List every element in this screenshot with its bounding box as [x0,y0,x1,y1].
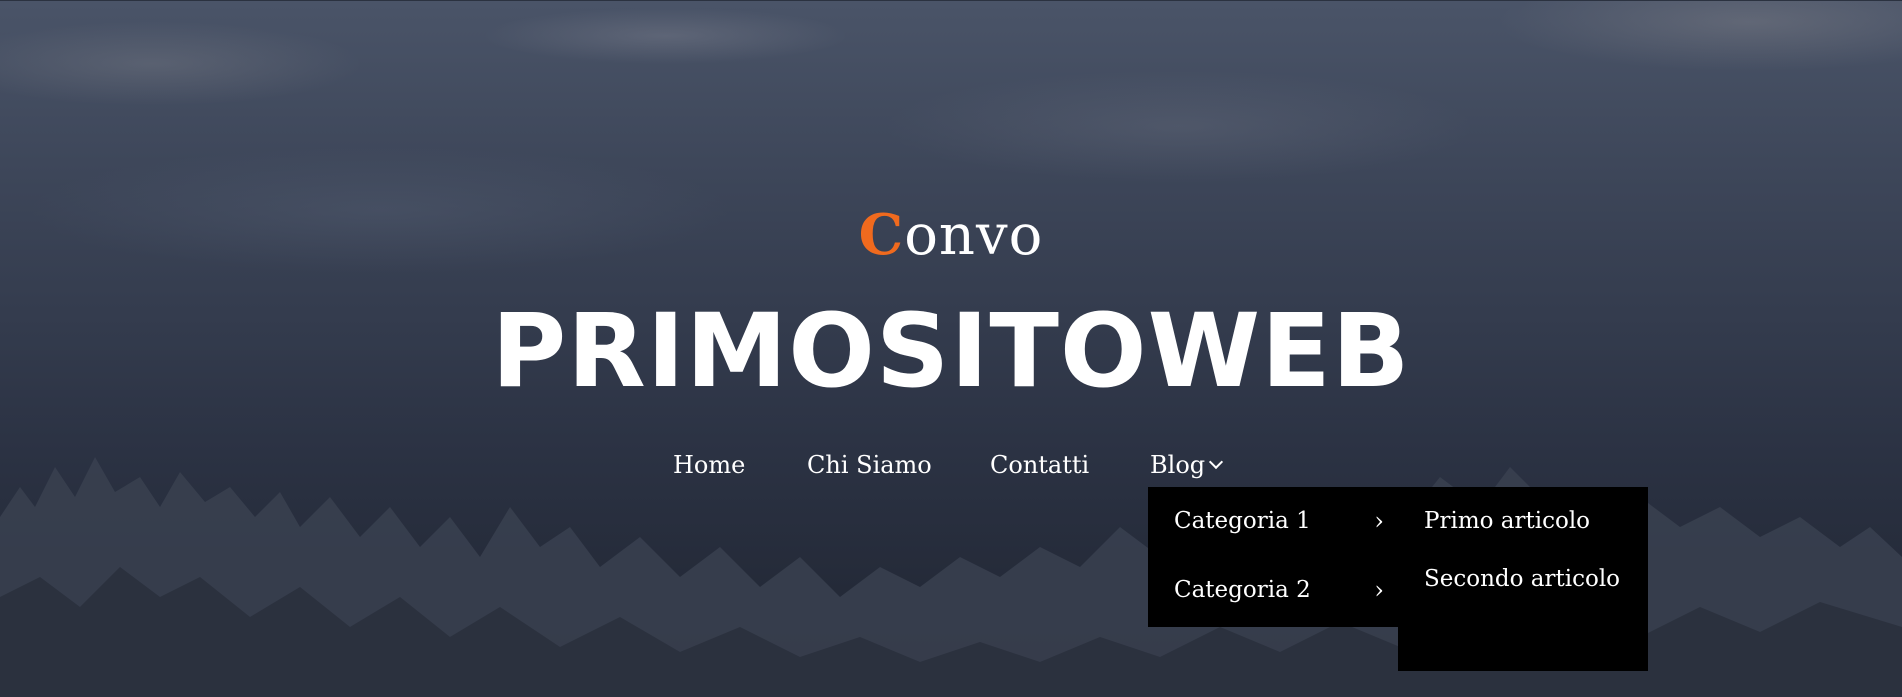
submenu-item-secondo-articolo[interactable]: Secondo articolo [1424,557,1634,601]
logo-text: onvo [904,203,1044,268]
nav-item-contatti[interactable]: Contatti [990,445,1089,485]
nav-item-chi-siamo[interactable]: Chi Siamo [807,445,932,485]
chevron-right-icon: › [1374,507,1384,535]
submenu-item-primo-articolo[interactable]: Primo articolo [1424,499,1634,543]
hero-banner: Convo PRIMOSITOWEB Home Chi Siamo Contat… [0,0,1902,697]
nav-item-blog[interactable]: Blog [1150,445,1224,485]
header-content: Convo PRIMOSITOWEB Home Chi Siamo Contat… [0,1,1902,697]
site-title[interactable]: PRIMOSITOWEB [0,297,1902,407]
blog-dropdown-menu: Categoria 1 › Categoria 2 › [1148,487,1398,627]
dropdown-item-label: Categoria 2 [1174,577,1311,603]
nav-item-home[interactable]: Home [673,445,745,485]
dropdown-item-label: Categoria 1 [1174,508,1311,534]
logo-accent-letter: C [858,202,905,268]
category-submenu: Primo articolo Secondo articolo [1398,487,1648,671]
dropdown-item-categoria-2[interactable]: Categoria 2 › [1174,570,1384,610]
site-logo[interactable]: Convo [0,201,1902,270]
main-navigation: Home Chi Siamo Contatti Blog [0,445,1902,485]
chevron-down-icon [1209,454,1224,470]
nav-item-blog-label: Blog [1150,451,1206,479]
chevron-right-icon: › [1374,576,1384,604]
dropdown-item-categoria-1[interactable]: Categoria 1 › [1174,501,1384,541]
